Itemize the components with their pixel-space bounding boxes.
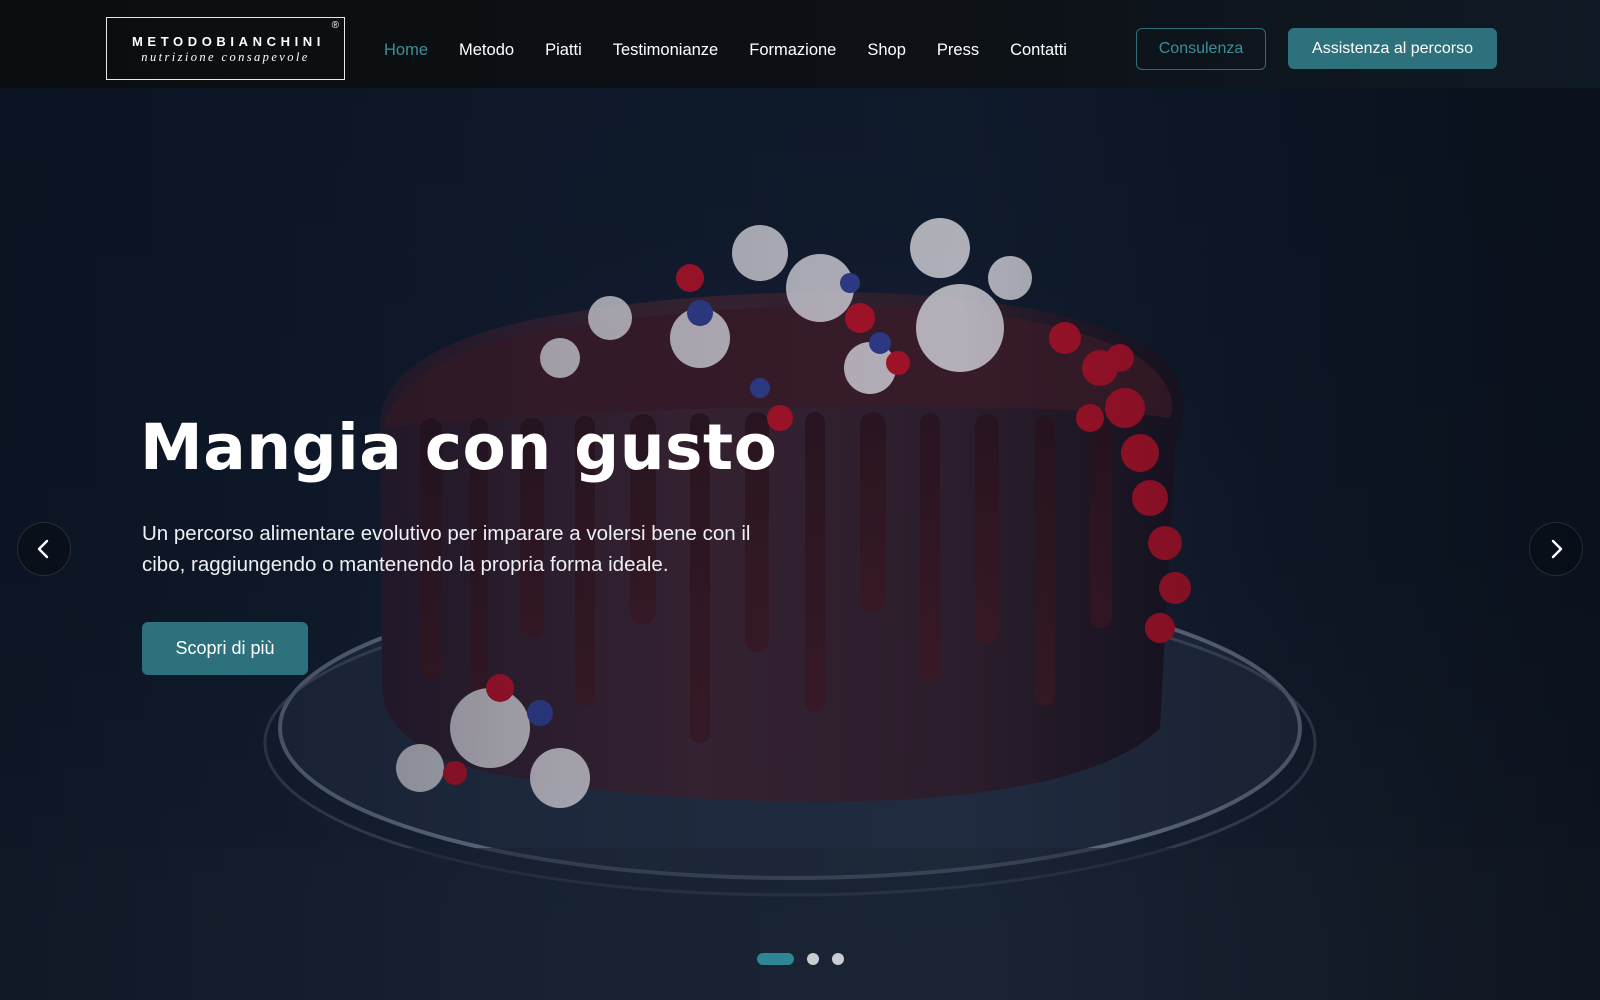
nav-item-press[interactable]: Press bbox=[937, 38, 979, 62]
nav-item-shop[interactable]: Shop bbox=[867, 38, 906, 62]
slider-pagination bbox=[757, 953, 857, 965]
chevron-right-icon bbox=[1551, 539, 1563, 559]
main-nav: Home Metodo Piatti Testimonianze Formazi… bbox=[384, 38, 1067, 62]
hero-title: Mangia con gusto bbox=[140, 411, 778, 484]
site-header: ® METODOBIANCHINI nutrizione consapevole… bbox=[0, 0, 1600, 88]
slider-next-button[interactable] bbox=[1529, 522, 1583, 576]
nav-item-contatti[interactable]: Contatti bbox=[1010, 38, 1067, 62]
slider-dot-2[interactable] bbox=[807, 953, 819, 965]
slider-dot-1[interactable] bbox=[757, 953, 794, 965]
hero-subtitle: Un percorso alimentare evolutivo per imp… bbox=[142, 522, 751, 576]
nav-item-piatti[interactable]: Piatti bbox=[545, 38, 582, 62]
registered-mark: ® bbox=[331, 20, 339, 31]
scopri-button[interactable]: Scopri di più bbox=[142, 622, 308, 675]
chevron-left-icon bbox=[37, 539, 49, 559]
nav-item-home[interactable]: Home bbox=[384, 38, 428, 62]
assistenza-button[interactable]: Assistenza al percorso bbox=[1288, 28, 1497, 69]
brand-logo[interactable]: ® METODOBIANCHINI nutrizione consapevole bbox=[106, 17, 345, 80]
brand-tagline: nutrizione consapevole bbox=[141, 50, 310, 64]
nav-item-formazione[interactable]: Formazione bbox=[749, 38, 836, 62]
nav-item-testimonianze[interactable]: Testimonianze bbox=[613, 38, 718, 62]
nav-item-metodo[interactable]: Metodo bbox=[459, 38, 514, 62]
hero-slider: Mangia con gusto Un percorso alimentare … bbox=[0, 88, 1600, 1000]
brand-name: METODOBIANCHINI bbox=[132, 34, 325, 49]
consulenza-button[interactable]: Consulenza bbox=[1136, 28, 1266, 70]
slider-dot-3[interactable] bbox=[832, 953, 844, 965]
slider-prev-button[interactable] bbox=[17, 522, 71, 576]
